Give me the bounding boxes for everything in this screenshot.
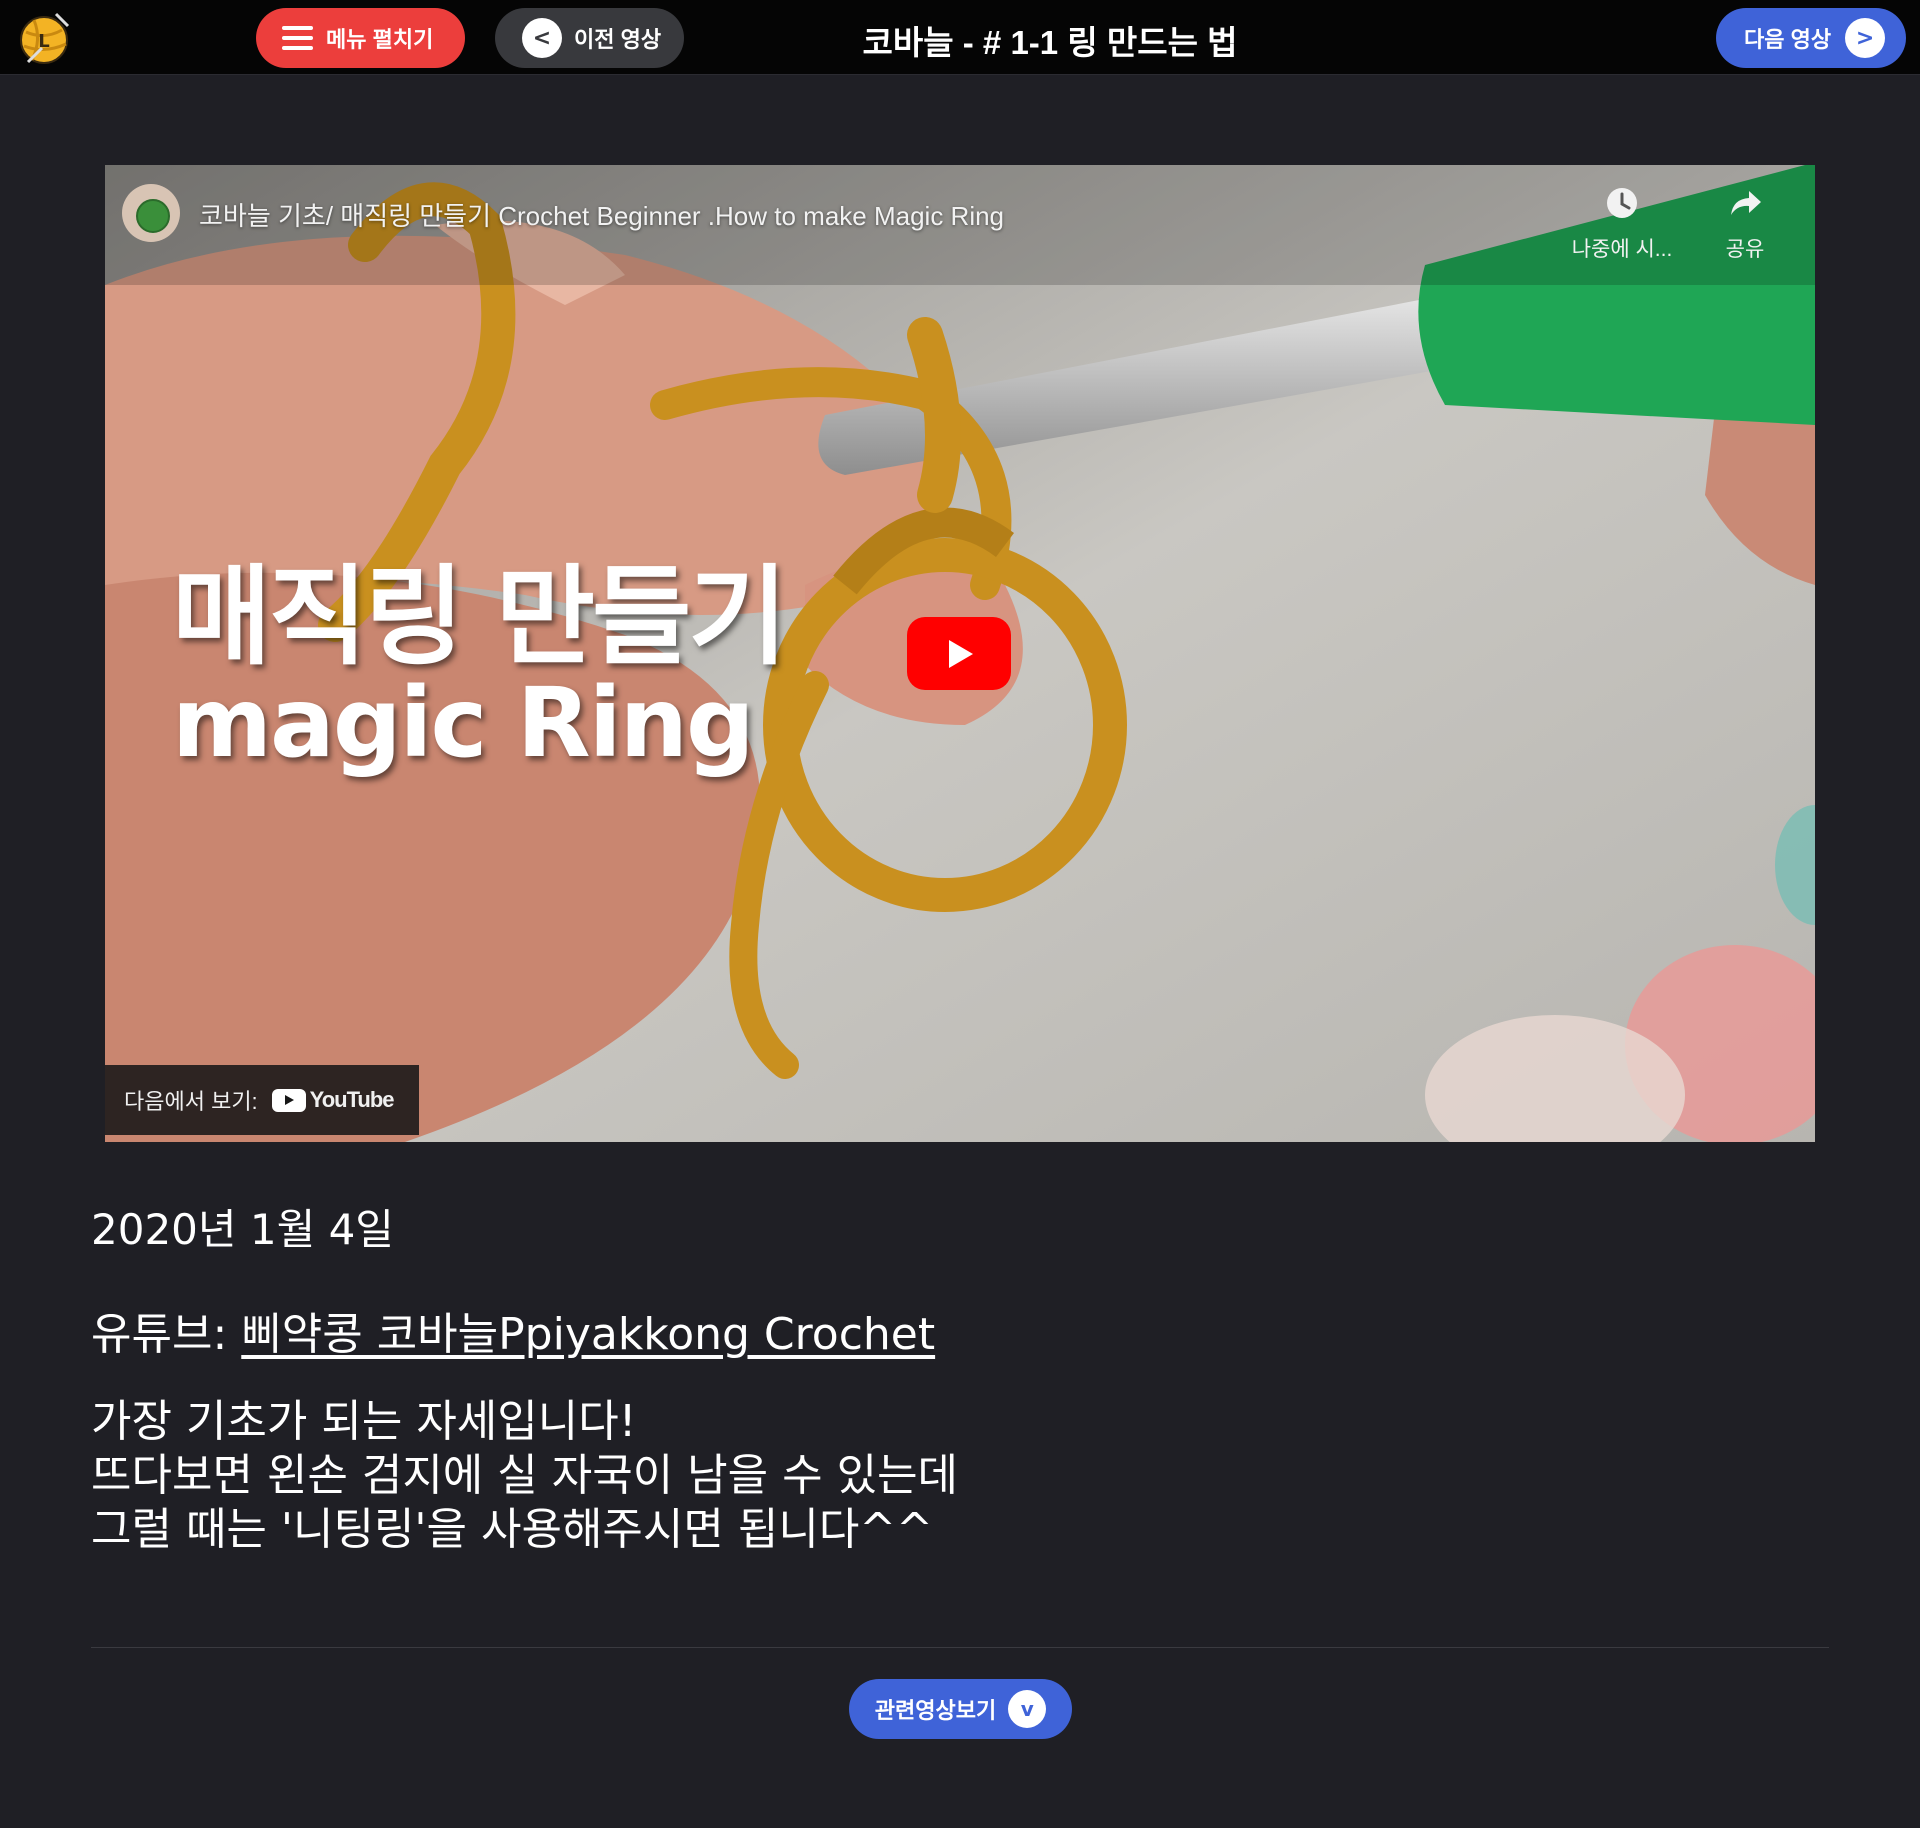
share-arrow-icon (1731, 191, 1761, 215)
youtube-wordmark: YouTube (309, 1087, 395, 1112)
page-title: 코바늘 - # 1-1 링 만드는 법 (862, 24, 1238, 61)
logo-letter: L (38, 31, 49, 52)
youtube-logo: YouTube (271, 1087, 395, 1113)
watch-on-youtube-button[interactable]: 다음에서 보기: YouTube (105, 1065, 419, 1135)
share-label: 공유 (1725, 238, 1765, 261)
next-video-button[interactable]: 다음 영상 > (1716, 8, 1906, 68)
chevron-right-icon: > (1845, 18, 1886, 58)
post-description: 가장 기초가 되는 자세입니다! 뜨다보면 왼손 검지에 실 자국이 남을 수 … (91, 1395, 958, 1557)
site-logo[interactable]: L (16, 10, 72, 66)
channel-avatar[interactable] (122, 184, 180, 242)
video-title-link[interactable]: 코바늘 기초/ 매직링 만들기 Crochet Beginner .How to… (199, 196, 1004, 233)
top-navigation-bar: L 메뉴 펼치기 < 이전 영상 코바늘 - # 1-1 링 만드는 법 다음 … (0, 0, 1920, 75)
youtube-channel-line: 유튜브: 삐약콩 코바늘Ppiyakkong Crochet (91, 1298, 935, 1362)
clock-icon (1607, 188, 1637, 218)
next-video-label: 다음 영상 (1744, 27, 1832, 52)
youtube-play-icon (271, 1088, 306, 1112)
thumbnail-caption-english: magic Ring (172, 667, 755, 779)
yarn-ball-logo-icon: L (20, 12, 70, 64)
play-icon (949, 639, 973, 668)
youtube-channel-link[interactable]: 삐약콩 코바늘Ppiyakkong Crochet (241, 1309, 935, 1360)
youtube-prefix-label: 유튜브: (91, 1309, 242, 1360)
description-line: 뜨다보면 왼손 검지에 실 자국이 남을 수 있는데 (91, 1450, 959, 1501)
related-videos-label: 관련영상보기 (874, 1698, 997, 1723)
thumbnail-caption-korean: 매직링 만들기 (172, 555, 788, 680)
previous-video-button[interactable]: < 이전 영상 (495, 8, 684, 68)
post-date: 2020년 1월 4일 (91, 1205, 394, 1254)
share-button[interactable]: 공유 (1695, 183, 1795, 263)
crochet-coaster-icon (136, 199, 170, 233)
watch-later-button[interactable]: 나중에 시... (1557, 183, 1687, 263)
previous-video-label: 이전 영상 (574, 27, 662, 52)
play-button[interactable] (907, 617, 1011, 690)
chevron-left-icon: < (522, 18, 562, 58)
youtube-video-embed[interactable]: 코바늘 기초/ 매직링 만들기 Crochet Beginner .How to… (105, 165, 1815, 1142)
hamburger-icon (282, 26, 313, 50)
description-line: 가장 기초가 되는 자세입니다! (91, 1396, 637, 1447)
menu-expand-button[interactable]: 메뉴 펼치기 (256, 8, 465, 68)
watch-later-label: 나중에 시... (1571, 238, 1673, 261)
section-divider (91, 1647, 1829, 1648)
related-videos-button[interactable]: 관련영상보기 v (849, 1679, 1072, 1739)
watch-on-label: 다음에서 보기: (124, 1089, 258, 1114)
menu-expand-label: 메뉴 펼치기 (326, 27, 434, 52)
chevron-down-icon: v (1008, 1690, 1047, 1728)
description-line: 그럴 때는 '니팅링'을 사용해주시면 됩니다^^ (91, 1504, 934, 1555)
